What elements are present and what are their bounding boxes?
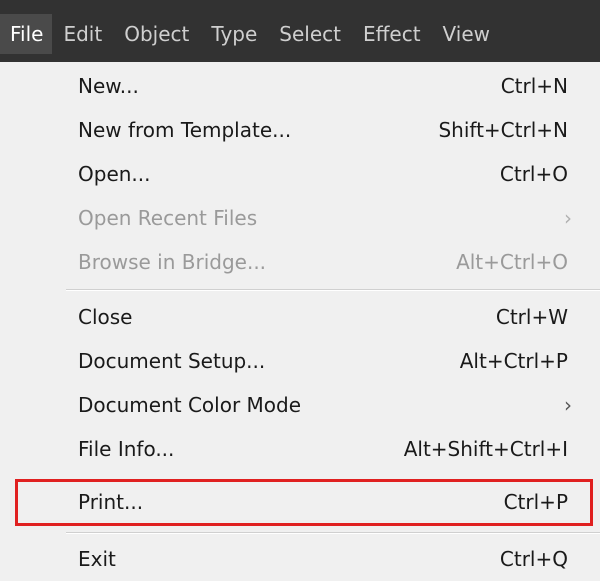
menu-item-label: Exit xyxy=(78,547,116,571)
menu-item-label: New... xyxy=(78,74,139,98)
menu-item-document-setup[interactable]: Document Setup... Alt+Ctrl+P xyxy=(0,339,600,383)
menu-item-close[interactable]: Close Ctrl+W xyxy=(0,295,600,339)
menu-item-label: Print... xyxy=(78,490,144,514)
menu-item-shortcut: Alt+Shift+Ctrl+I xyxy=(403,437,568,461)
menu-item-shortcut: Ctrl+W xyxy=(495,305,568,329)
menu-bar: File Edit Object Type Select Effect View xyxy=(0,0,600,62)
menu-item-label: Document Setup... xyxy=(78,349,266,373)
menu-item-label: Browse in Bridge... xyxy=(78,250,267,274)
menubar-object[interactable]: Object xyxy=(113,14,200,54)
menu-item-shortcut: Shift+Ctrl+N xyxy=(438,118,568,142)
menubar-select[interactable]: Select xyxy=(268,14,352,54)
menu-item-shortcut: Ctrl+P xyxy=(503,490,568,514)
menu-item-shortcut: Alt+Ctrl+P xyxy=(459,349,568,373)
chevron-right-icon: › xyxy=(564,393,572,417)
menu-item-shortcut: Ctrl+O xyxy=(499,162,568,186)
menu-item-document-color-mode[interactable]: Document Color Mode › xyxy=(0,383,600,427)
menubar-file[interactable]: File xyxy=(0,14,53,54)
menu-item-print[interactable]: Print... Ctrl+P xyxy=(0,480,600,524)
menu-item-shortcut: Ctrl+N xyxy=(500,74,568,98)
menu-item-label: Open Recent Files xyxy=(78,206,258,230)
menu-separator xyxy=(66,532,600,534)
menubar-effect[interactable]: Effect xyxy=(352,14,432,54)
menu-item-new-from-template[interactable]: New from Template... Shift+Ctrl+N xyxy=(0,108,600,152)
file-menu-dropdown: New... Ctrl+N New from Template... Shift… xyxy=(0,62,600,581)
menu-item-open-recent-files: Open Recent Files › xyxy=(0,196,600,240)
menu-item-exit[interactable]: Exit Ctrl+Q xyxy=(0,537,600,581)
menu-item-shortcut: Alt+Ctrl+O xyxy=(456,250,568,274)
menubar-type[interactable]: Type xyxy=(200,14,268,54)
menu-item-label: Open... xyxy=(78,162,151,186)
chevron-right-icon: › xyxy=(564,206,572,230)
app-window: File Edit Object Type Select Effect View… xyxy=(0,0,600,581)
menu-item-label: File Info... xyxy=(78,437,175,461)
menubar-edit[interactable]: Edit xyxy=(52,14,113,54)
menu-item-label: Document Color Mode xyxy=(78,393,302,417)
menu-item-shortcut: Ctrl+Q xyxy=(499,547,568,571)
menu-item-open[interactable]: Open... Ctrl+O xyxy=(0,152,600,196)
menu-item-label: New from Template... xyxy=(78,118,292,142)
menubar-view[interactable]: View xyxy=(432,14,501,54)
menu-separator xyxy=(66,289,600,291)
menu-item-file-info[interactable]: File Info... Alt+Shift+Ctrl+I xyxy=(0,427,600,471)
menu-item-new[interactable]: New... Ctrl+N xyxy=(0,64,600,108)
menu-item-label: Close xyxy=(78,305,133,329)
menu-item-browse-in-bridge: Browse in Bridge... Alt+Ctrl+O xyxy=(0,240,600,284)
